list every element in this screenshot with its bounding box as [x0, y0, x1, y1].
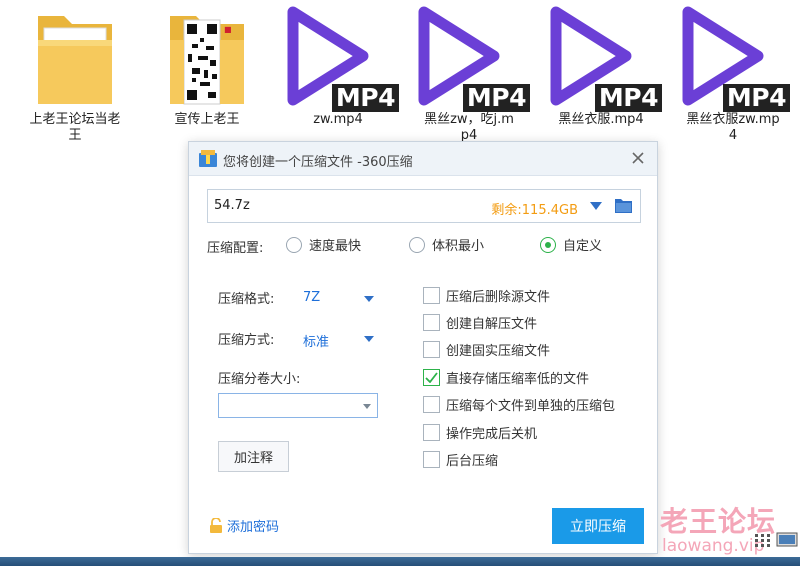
archive-path-input[interactable]	[214, 198, 474, 213]
preset-option-label: 速度最快	[309, 239, 362, 254]
desktop-icon-video-1[interactable]: MP4 zw.mp4	[283, 0, 399, 128]
option-self-extract[interactable]: 创建自解压文件	[423, 313, 537, 332]
option-label: 压缩后删除源文件	[446, 290, 551, 305]
option-separate-archives[interactable]: 压缩每个文件到单独的压缩包	[423, 395, 615, 414]
free-space-label: 剩余:115.4GB	[491, 203, 578, 218]
video-file-icon: MP4	[678, 0, 790, 112]
format-select[interactable]: 7Z	[303, 290, 320, 305]
preset-option-label: 自定义	[563, 239, 603, 254]
radio-circle	[286, 236, 302, 253]
option-label: 创建自解压文件	[446, 317, 538, 332]
option-shutdown-after[interactable]: 操作完成后关机	[423, 423, 537, 442]
chevron-down-icon	[363, 404, 371, 409]
format-label: 压缩格式:	[218, 292, 275, 307]
volume-size-select[interactable]	[218, 393, 378, 418]
video-file-icon: MP4	[283, 0, 399, 112]
method-label: 压缩方式:	[218, 333, 275, 348]
checkbox	[423, 341, 440, 358]
checkmark-icon	[425, 372, 438, 383]
option-label: 操作完成后关机	[446, 427, 538, 442]
preset-option-smallest[interactable]: 体积最小	[409, 235, 484, 254]
volume-label: 压缩分卷大小:	[218, 372, 301, 387]
preset-option-label: 体积最小	[432, 239, 485, 254]
lock-icon	[210, 518, 222, 533]
mp4-badge: MP4	[722, 84, 790, 112]
mp4-badge: MP4	[331, 84, 399, 112]
chevron-down-icon[interactable]	[590, 202, 602, 210]
checkbox	[423, 369, 440, 386]
option-label: 直接存储压缩率低的文件	[446, 372, 590, 387]
desktop-icon-label: 黑丝衣服zw.mp4	[686, 112, 780, 143]
desktop-icon-label: 黑丝zw，吃j.mp4	[424, 112, 514, 143]
360-zip-icon	[199, 150, 217, 167]
desktop-icon-video-3[interactable]: MP4 黑丝衣服.mp4	[546, 0, 662, 128]
video-file-icon: MP4	[414, 0, 530, 112]
method-select[interactable]: 标准	[303, 331, 329, 350]
add-comment-button[interactable]: 加注释	[218, 441, 289, 472]
radio-circle	[540, 236, 556, 253]
option-background[interactable]: 后台压缩	[423, 450, 498, 469]
desktop-icon-label: 黑丝衣服.mp4	[558, 112, 644, 127]
checkbox	[423, 424, 440, 441]
monitor-icon[interactable]	[776, 530, 798, 550]
watermark-url: laowang.vip	[662, 536, 765, 556]
option-label: 压缩每个文件到单独的压缩包	[446, 399, 616, 414]
mp4-badge: MP4	[594, 84, 662, 112]
radio-circle	[409, 236, 425, 253]
option-delete-source[interactable]: 压缩后删除源文件	[423, 286, 550, 305]
checkbox	[423, 396, 440, 413]
compress-dialog: 您将创建一个压缩文件 -360压缩 剩余:115.4GB 压缩配置: 速度最快 …	[188, 141, 658, 554]
desktop-icon-video-2[interactable]: MP4 黑丝zw，吃j.mp4	[414, 0, 530, 144]
add-password-link[interactable]: 添加密码	[209, 516, 279, 535]
checkbox	[423, 451, 440, 468]
preset-option-fastest[interactable]: 速度最快	[286, 235, 361, 254]
checkbox	[423, 287, 440, 304]
grid-icon[interactable]	[752, 530, 774, 550]
desktop-icon-label: 宣传上老王	[174, 112, 240, 127]
close-icon[interactable]	[629, 149, 647, 167]
desktop-icon-label: zw.mp4	[313, 112, 363, 127]
desktop-icon-video-4[interactable]: MP4 黑丝衣服zw.mp4	[678, 0, 790, 144]
desktop-icon-label: 上老王论坛当老王	[29, 112, 121, 143]
add-password-label: 添加密码	[227, 520, 280, 535]
archive-path-box: 剩余:115.4GB	[207, 189, 641, 223]
taskbar	[0, 557, 800, 566]
desktop-icon-folder-1[interactable]: 上老王论坛当老王	[20, 0, 130, 144]
dialog-title: 您将创建一个压缩文件 -360压缩	[223, 155, 413, 170]
preset-option-custom[interactable]: 自定义	[540, 235, 602, 254]
option-label: 后台压缩	[446, 454, 499, 469]
option-solid-archive[interactable]: 创建固实压缩文件	[423, 340, 550, 359]
option-store-low-ratio[interactable]: 直接存储压缩率低的文件	[423, 368, 589, 387]
dialog-titlebar[interactable]: 您将创建一个压缩文件 -360压缩	[189, 142, 657, 176]
option-label: 创建固实压缩文件	[446, 344, 551, 359]
folder-icon	[20, 0, 130, 112]
checkbox	[423, 314, 440, 331]
preset-label: 压缩配置:	[207, 241, 264, 256]
svg-text:■: ■	[224, 25, 232, 34]
desktop-icon-folder-2[interactable]: ■ 宣传上老王	[152, 0, 262, 128]
qr-folder-icon: ■	[152, 0, 262, 112]
mp4-badge: MP4	[462, 84, 530, 112]
chevron-down-icon[interactable]	[364, 296, 374, 302]
video-file-icon: MP4	[546, 0, 662, 112]
browse-folder-icon[interactable]	[615, 198, 632, 213]
compress-now-button[interactable]: 立即压缩	[552, 508, 644, 544]
chevron-down-icon[interactable]	[364, 336, 374, 342]
